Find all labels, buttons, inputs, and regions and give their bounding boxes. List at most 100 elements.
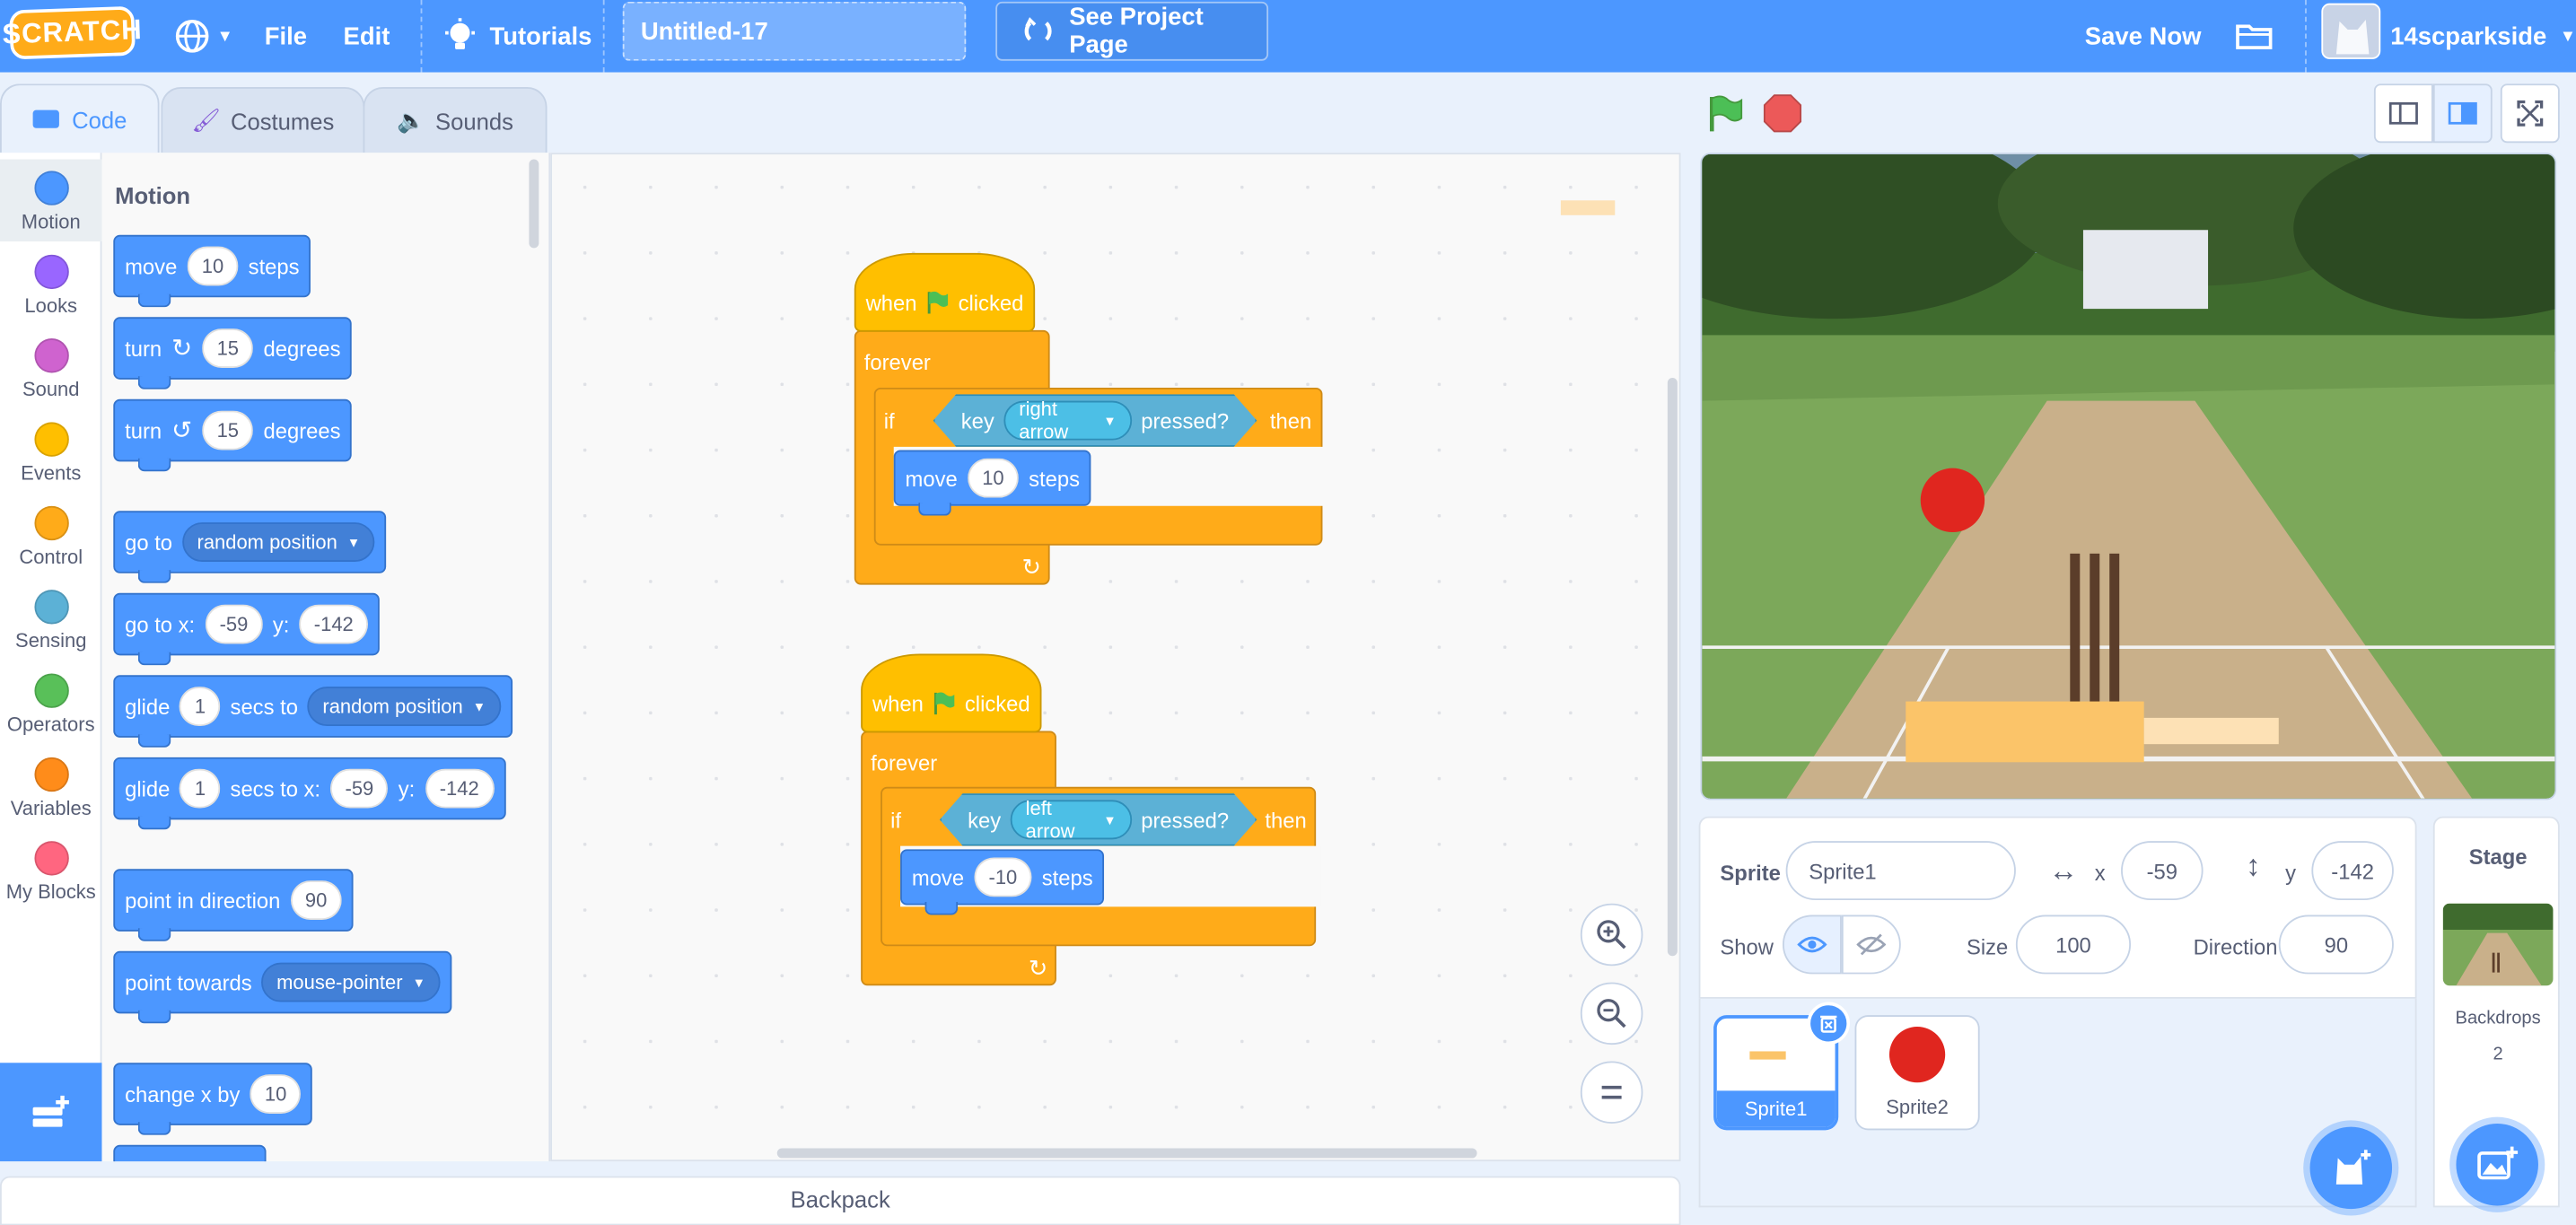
script-area[interactable]: forever if then ↻ when clicked key right… bbox=[550, 153, 1681, 1162]
fullscreen-button[interactable] bbox=[2500, 83, 2560, 144]
target-dropdown[interactable]: random position ▼ bbox=[182, 522, 375, 562]
stage-selector[interactable]: Stage Backdrops 2 bbox=[2432, 816, 2560, 1208]
tab-code[interactable]: Code bbox=[0, 83, 160, 153]
show-visible-button[interactable] bbox=[1782, 914, 1842, 975]
key-dropdown[interactable]: left arrow ▼ bbox=[1011, 800, 1131, 839]
target-dropdown[interactable]: random position ▼ bbox=[307, 687, 501, 727]
sprite1-bat-handle bbox=[2143, 717, 2279, 745]
sprite2-ball[interactable] bbox=[1920, 468, 1985, 533]
secs-input[interactable]: 1 bbox=[180, 687, 221, 727]
category-variables[interactable]: Variables bbox=[0, 746, 101, 828]
zoom-out-button[interactable] bbox=[1580, 982, 1643, 1046]
eye-slash-icon bbox=[1856, 933, 1887, 956]
category-looks[interactable]: Looks bbox=[0, 243, 101, 326]
account-menu[interactable]: 14scparkside ▼ bbox=[2390, 0, 2576, 73]
key-pressed-boolean[interactable]: key right arrow ▼ pressed? bbox=[933, 394, 1257, 447]
category-sensing[interactable]: Sensing bbox=[0, 578, 101, 661]
category-operators[interactable]: Operators bbox=[0, 662, 101, 745]
show-hidden-button[interactable] bbox=[1841, 914, 1901, 975]
normal-stage-button[interactable] bbox=[2432, 83, 2493, 144]
sprite1-bat[interactable] bbox=[1906, 701, 2144, 763]
target-dropdown[interactable]: mouse-pointer ▼ bbox=[261, 962, 441, 1002]
block-change-x[interactable]: change x by 10 bbox=[113, 1063, 313, 1135]
change-input[interactable]: 10 bbox=[250, 1074, 302, 1115]
add-extension-button[interactable] bbox=[0, 1063, 102, 1162]
caret-down-icon: ▼ bbox=[346, 534, 361, 550]
dropdown-value: random position bbox=[322, 695, 463, 718]
stage-canvas[interactable] bbox=[1700, 153, 2557, 801]
block-partial[interactable] bbox=[113, 1144, 267, 1162]
block-move-steps[interactable]: move 10 steps bbox=[113, 234, 311, 308]
save-now-button[interactable]: Save Now bbox=[2085, 0, 2202, 73]
y-input[interactable]: -142 bbox=[2311, 841, 2394, 901]
tab-sounds-label: Sounds bbox=[434, 107, 513, 135]
degrees-input[interactable]: 15 bbox=[202, 410, 254, 451]
stop-button[interactable] bbox=[1763, 93, 1802, 141]
move-steps-block[interactable]: move -10 steps bbox=[900, 849, 1105, 915]
sprite-tile-sprite2[interactable]: Sprite2 bbox=[1854, 1015, 1980, 1131]
direction-input[interactable]: 90 bbox=[2278, 914, 2394, 975]
delete-sprite-button[interactable] bbox=[1807, 1002, 1851, 1046]
tab-code-label: Code bbox=[72, 106, 127, 133]
my-stuff-button[interactable] bbox=[2234, 0, 2274, 73]
palette-scrollbar[interactable] bbox=[529, 159, 539, 249]
menu-divider bbox=[2305, 0, 2307, 73]
sprite-thumbnail bbox=[1888, 1027, 1946, 1083]
x-input[interactable]: -59 bbox=[2121, 841, 2204, 901]
category-label: Operators bbox=[6, 713, 95, 737]
block-point-towards[interactable]: point towards mouse-pointer ▼ bbox=[113, 950, 452, 1024]
sprite-name-input[interactable]: Sprite1 bbox=[1785, 841, 2016, 901]
choose-sprite-button[interactable] bbox=[2309, 1126, 2393, 1210]
block-turn-right[interactable]: turn ↻ 15 degrees bbox=[113, 317, 353, 389]
block-glide-to[interactable]: glide 1 secs to random position ▼ bbox=[113, 675, 513, 748]
x-input[interactable]: -59 bbox=[330, 768, 389, 809]
edit-menu[interactable]: Edit bbox=[344, 0, 390, 73]
category-sound[interactable]: Sound bbox=[0, 327, 101, 409]
block-go-to-xy[interactable]: go to x: -59 y: -142 bbox=[113, 592, 381, 666]
move-steps-block[interactable]: move 10 steps bbox=[893, 450, 1091, 516]
block-turn-left[interactable]: turn ↺ 15 degrees bbox=[113, 398, 353, 472]
horizontal-scrollbar[interactable] bbox=[776, 1148, 1477, 1159]
key-pressed-boolean[interactable]: key left arrow ▼ pressed? bbox=[940, 793, 1257, 846]
scratch-logo[interactable]: SCRATCH bbox=[2, 5, 143, 60]
language-menu[interactable]: ▼ bbox=[174, 0, 233, 73]
category-motion[interactable]: Motion bbox=[0, 159, 102, 242]
see-project-page-button[interactable]: See Project Page bbox=[995, 1, 1269, 61]
project-title-input[interactable]: Untitled-17 bbox=[622, 1, 967, 61]
category-control[interactable]: Control bbox=[0, 494, 101, 577]
file-menu[interactable]: File bbox=[265, 0, 307, 73]
tutorials-button[interactable]: Tutorials bbox=[443, 0, 591, 73]
category-my-blocks[interactable]: My Blocks bbox=[0, 829, 101, 912]
green-flag-button[interactable] bbox=[1705, 93, 1745, 141]
backpack[interactable]: Backpack bbox=[0, 1176, 1681, 1225]
tab-sounds[interactable]: 🔈 Sounds bbox=[363, 87, 548, 153]
vertical-scrollbar[interactable] bbox=[1667, 377, 1678, 957]
zoom-reset-button[interactable] bbox=[1580, 1061, 1643, 1124]
code-icon bbox=[32, 109, 59, 128]
block-glide-to-xy[interactable]: glide 1 secs to x: -59 y: -142 bbox=[113, 757, 505, 830]
block-point-in-direction[interactable]: point in direction 90 bbox=[113, 869, 354, 941]
steps-input[interactable]: 10 bbox=[967, 458, 1020, 498]
when-flag-clicked-hat[interactable]: when clicked bbox=[861, 653, 1042, 733]
when-flag-clicked-hat[interactable]: when clicked bbox=[854, 252, 1036, 332]
steps-input[interactable]: -10 bbox=[974, 857, 1032, 897]
secs-input[interactable]: 1 bbox=[180, 768, 221, 809]
forever-label: forever bbox=[871, 750, 938, 775]
avatar[interactable] bbox=[2321, 3, 2381, 59]
small-stage-button[interactable] bbox=[2373, 83, 2433, 144]
my-blocks-dot-icon bbox=[33, 841, 68, 876]
y-input[interactable]: -142 bbox=[299, 604, 369, 644]
steps-input[interactable]: 10 bbox=[187, 246, 239, 286]
y-input[interactable]: -142 bbox=[425, 768, 495, 809]
zoom-in-button[interactable] bbox=[1580, 903, 1643, 967]
choose-backdrop-button[interactable] bbox=[2456, 1123, 2538, 1206]
direction-input[interactable]: 90 bbox=[290, 880, 342, 921]
tab-costumes[interactable]: 🖌 Costumes bbox=[161, 87, 365, 153]
category-events[interactable]: Events bbox=[0, 411, 101, 494]
folder-icon bbox=[2236, 24, 2273, 49]
x-input[interactable]: -59 bbox=[205, 604, 263, 644]
size-input[interactable]: 100 bbox=[2015, 914, 2132, 975]
block-go-to[interactable]: go to random position ▼ bbox=[113, 511, 387, 583]
degrees-input[interactable]: 15 bbox=[202, 328, 254, 369]
key-dropdown[interactable]: right arrow ▼ bbox=[1004, 401, 1131, 441]
